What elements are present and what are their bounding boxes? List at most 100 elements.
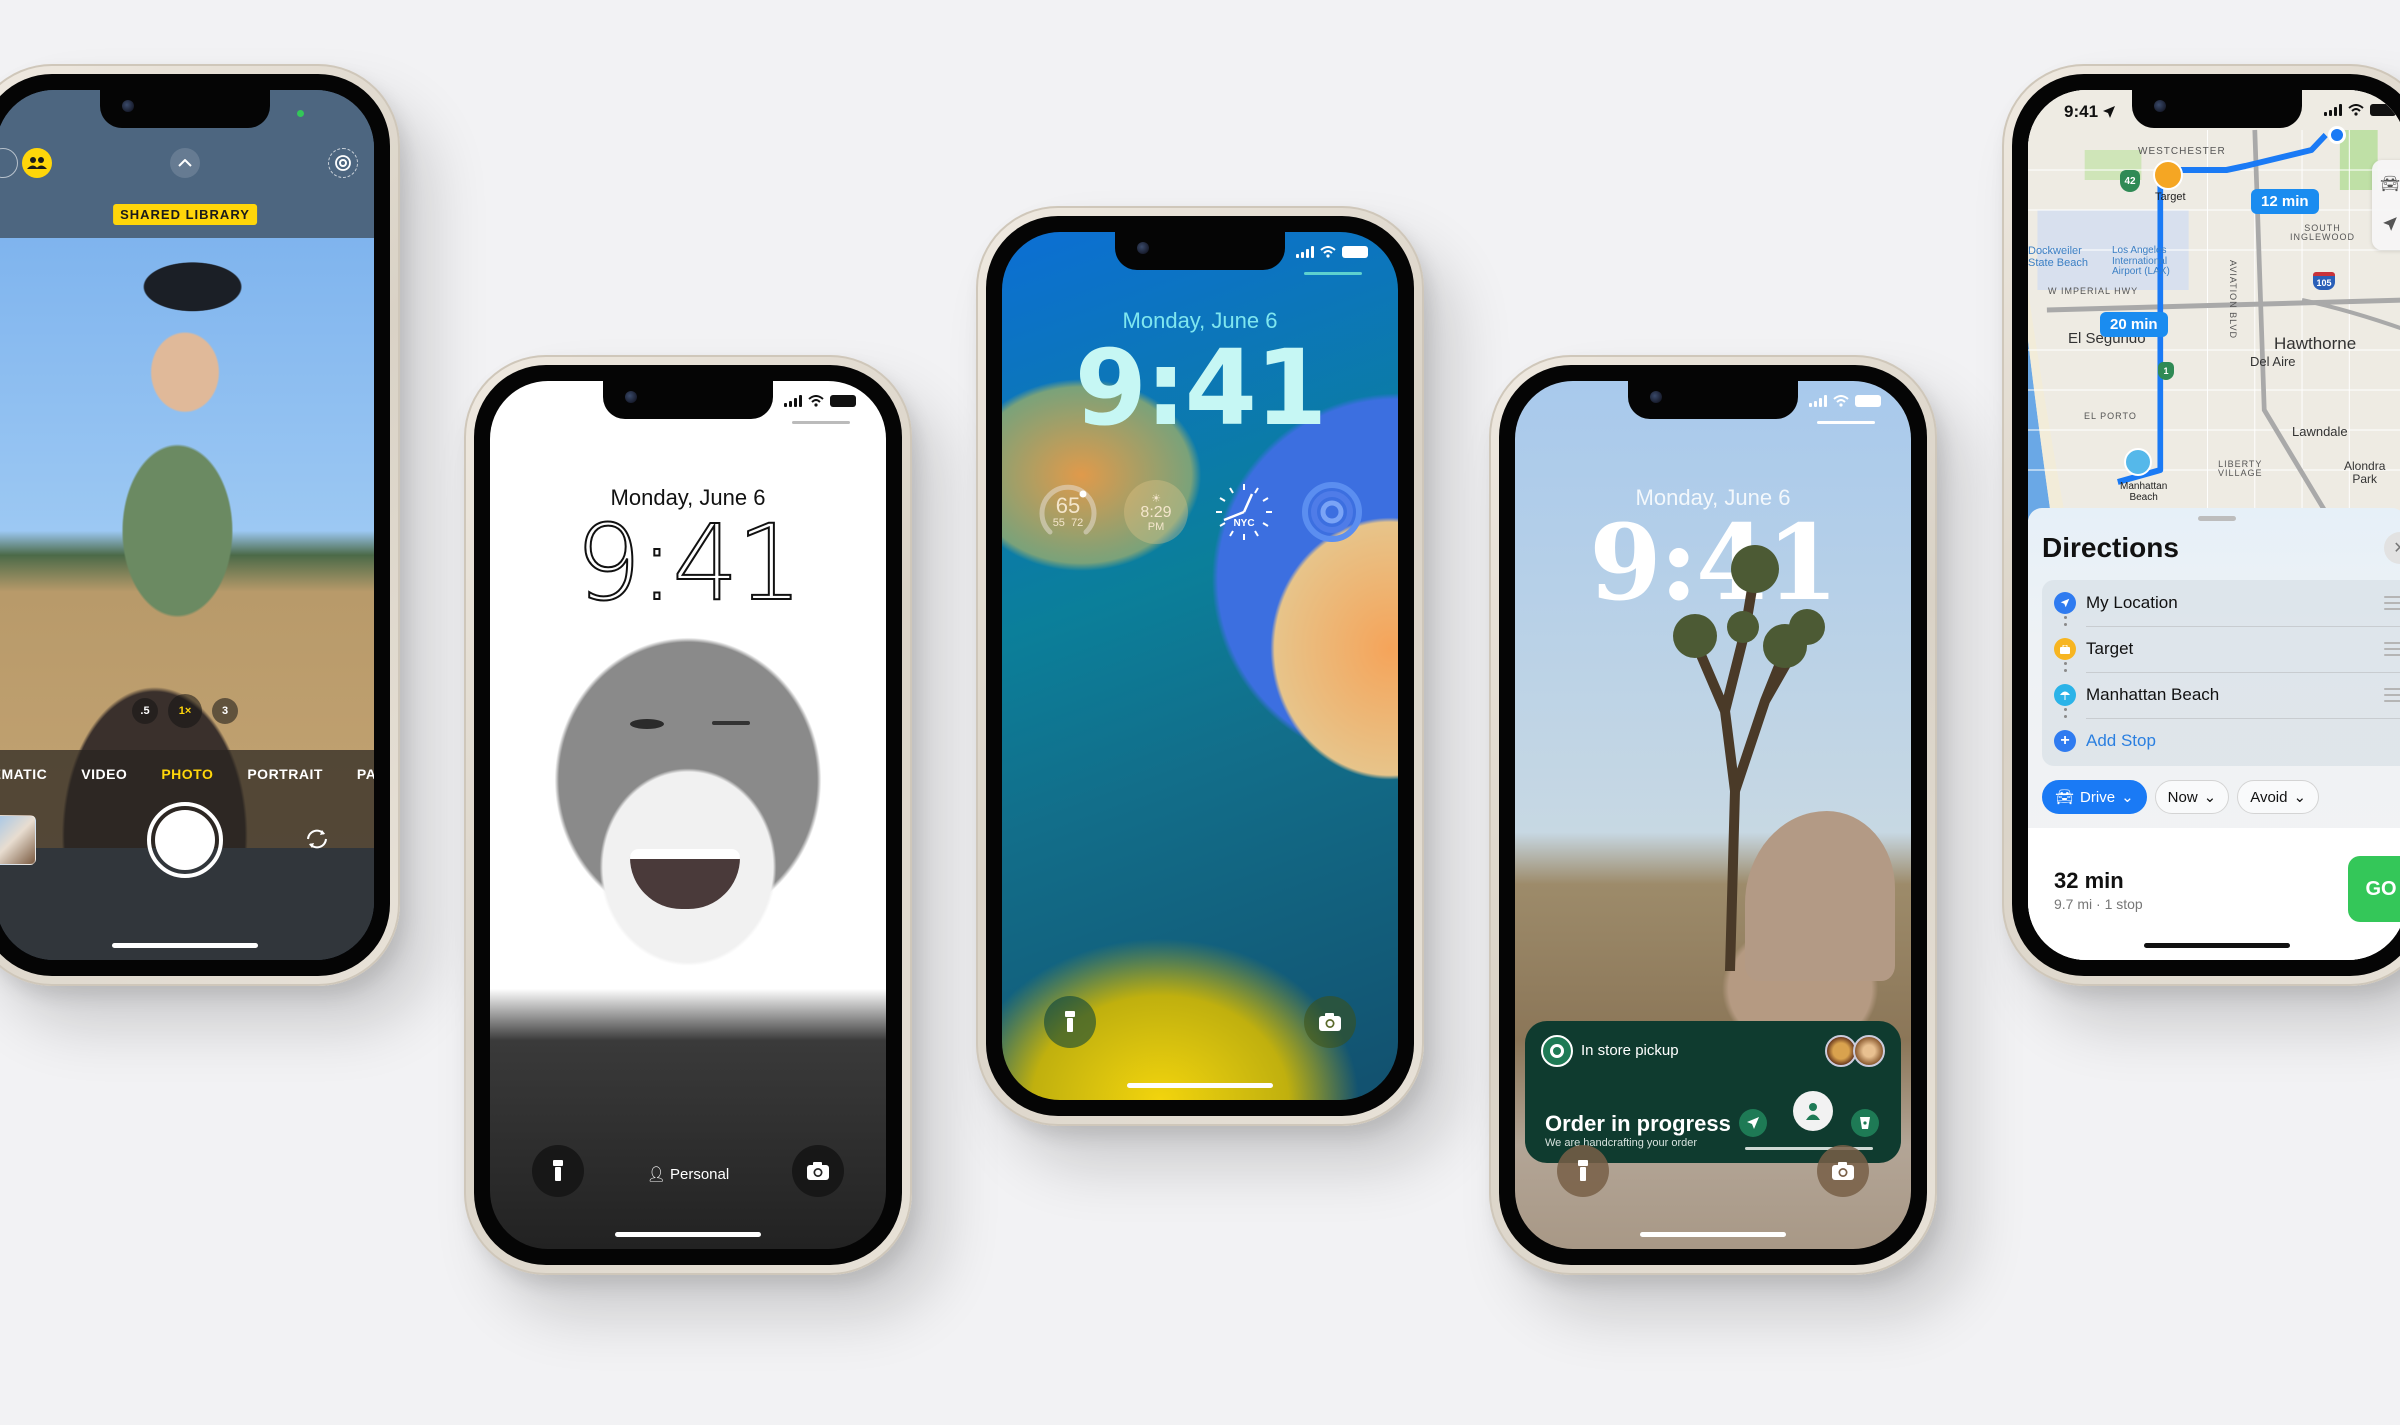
mode-photo[interactable]: PHOTO xyxy=(161,766,213,782)
activity-rings-widget[interactable] xyxy=(1300,480,1364,544)
map-label-el-porto: EL PORTO xyxy=(2084,411,2137,421)
home-indicator[interactable] xyxy=(2144,943,2290,948)
shutter-button[interactable] xyxy=(147,802,223,878)
battery-icon xyxy=(2370,104,2396,116)
location-arrow-icon xyxy=(2054,592,2076,614)
reorder-handle-icon[interactable] xyxy=(2384,688,2400,702)
camera-icon xyxy=(1832,1162,1854,1180)
live-photo-icon xyxy=(335,155,351,171)
route-summary[interactable]: 32 min 9.7 mi · 1 stop xyxy=(2054,868,2143,912)
cellular-signal-icon xyxy=(1296,246,1314,258)
world-clock-widget[interactable]: NYC xyxy=(1212,480,1276,544)
expand-controls-button[interactable] xyxy=(170,148,200,178)
siren-glyph xyxy=(1550,1044,1564,1058)
zoom-3x-button[interactable]: 3 xyxy=(212,698,238,724)
target-pin-icon[interactable] xyxy=(2153,160,2183,190)
route-105-shield: 105 xyxy=(2313,272,2335,290)
camera-button[interactable] xyxy=(1817,1145,1869,1197)
chevron-down-icon: ⌄ xyxy=(2203,789,2217,806)
last-photo-thumbnail[interactable] xyxy=(0,815,36,865)
lock-time: 9:41 xyxy=(574,502,804,624)
zoom-0.5-button[interactable]: .5 xyxy=(132,698,158,724)
departure-time-dropdown[interactable]: Now ⌄ xyxy=(2154,780,2230,814)
zoom-1x-button[interactable]: 1× xyxy=(168,694,202,728)
flash-button[interactable] xyxy=(0,148,18,178)
camera-icon xyxy=(807,1162,829,1180)
flip-camera-button[interactable] xyxy=(300,822,334,856)
iphone-personal-lockscreen: Monday, June 6 9:41 👤︎ Personal xyxy=(464,355,912,1275)
flashlight-button[interactable] xyxy=(1044,996,1096,1048)
mode-portrait[interactable]: PORTRAIT xyxy=(247,766,323,782)
shared-library-button[interactable] xyxy=(22,148,52,178)
lock-time: 9:41 xyxy=(1074,327,1328,449)
avoid-dropdown[interactable]: Avoid ⌄ xyxy=(2237,780,2320,814)
add-stop-button[interactable]: + Add Stop xyxy=(2042,718,2400,764)
joshua-tree xyxy=(1673,545,1825,971)
chevron-down-icon: ⌄ xyxy=(2293,789,2307,806)
mode-cinematic[interactable]: CINEMATIC xyxy=(0,766,47,782)
lock-screen: Monday, June 6 9:41 👤︎ Personal xyxy=(490,381,886,1249)
map-view[interactable]: WESTCHESTER Target 42 12 min 20 min Dock… xyxy=(2028,90,2400,520)
reorder-handle-icon[interactable] xyxy=(2384,596,2400,610)
lockscreen-widgets: 65 55 72 ☀︎ 8:29 PM NYC xyxy=(1002,480,1398,544)
map-label-lax: Los Angeles International Airport (LAX) xyxy=(2112,245,2170,277)
go-button[interactable]: GO xyxy=(2348,856,2400,922)
mode-pano[interactable]: PANO xyxy=(357,766,374,782)
route-duration: 32 min xyxy=(2054,868,2124,893)
home-indicator[interactable] xyxy=(1640,1232,1786,1237)
wifi-icon xyxy=(1320,246,1336,258)
map-label-del-aire: Del Aire xyxy=(2250,354,2296,369)
notch xyxy=(1115,232,1285,270)
flashlight-button[interactable] xyxy=(1557,1145,1609,1197)
status-bar xyxy=(1809,395,1881,407)
zoom-selector: .5 1× 3 xyxy=(132,694,238,728)
weather-widget[interactable]: 65 55 72 xyxy=(1036,480,1100,544)
close-button[interactable]: ✕ xyxy=(2384,532,2400,564)
camera-button[interactable] xyxy=(1304,996,1356,1048)
clock-face-icon xyxy=(1216,484,1272,540)
home-indicator[interactable] xyxy=(615,1232,761,1237)
iphone-widgets-lockscreen: Monday, June 6 9:41 65 55 72 ☀︎ 8:29 PM xyxy=(976,206,1424,1126)
cellular-signal-icon xyxy=(2324,104,2342,116)
directions-sheet: Directions ✕ My Location Target Manhatta… xyxy=(2028,508,2400,960)
reorder-handle-icon[interactable] xyxy=(2384,642,2400,656)
camera-button[interactable] xyxy=(792,1145,844,1197)
mode-video[interactable]: VIDEO xyxy=(81,766,127,782)
map-label-liberty-village: LIBERTY VILLAGE xyxy=(2218,459,2263,479)
starbucks-live-activity[interactable]: In store pickup Order in progress We are… xyxy=(1525,1021,1901,1163)
transport-mode-dropdown[interactable]: 🚘︎ Drive ⌄ xyxy=(2042,780,2147,814)
shopping-bag-icon xyxy=(2054,638,2076,660)
sheet-grabber[interactable] xyxy=(2198,516,2236,521)
phone-bezel: SHARED LIBRARY .5 1× 3 CINEMATIC VIDEO P… xyxy=(0,74,390,976)
notification-indicator xyxy=(792,421,850,424)
stop-manhattan-beach[interactable]: Manhattan Beach xyxy=(2042,672,2400,718)
location-arrow-icon xyxy=(2103,106,2116,118)
track-location-button[interactable] xyxy=(2382,216,2398,237)
stop-my-location[interactable]: My Location xyxy=(2042,580,2400,626)
live-photo-button[interactable] xyxy=(328,148,358,178)
phone-bezel: Monday, June 6 9:41 In store pickup Orde… xyxy=(1499,365,1927,1265)
step-ready xyxy=(1851,1109,1879,1137)
map-label-south-inglewood: SOUTH INGLEWOOD xyxy=(2290,223,2356,243)
paper-plane-icon xyxy=(1747,1117,1759,1129)
home-indicator[interactable] xyxy=(112,943,258,948)
route-1-shield: 1 xyxy=(2158,362,2174,380)
order-status-subtitle: We are handcrafting your order xyxy=(1545,1137,1698,1149)
notch xyxy=(100,90,270,128)
starbucks-logo-icon xyxy=(1541,1035,1573,1067)
front-camera xyxy=(625,391,637,403)
home-indicator[interactable] xyxy=(1127,1083,1273,1088)
step-in-progress xyxy=(1793,1091,1833,1131)
sunset-widget[interactable]: ☀︎ 8:29 PM xyxy=(1124,480,1188,544)
stop-target[interactable]: Target xyxy=(2042,626,2400,672)
close-icon: ✕ xyxy=(2393,540,2400,557)
wifi-icon xyxy=(808,395,824,407)
notch xyxy=(2132,90,2302,128)
beach-pin-icon[interactable] xyxy=(2124,448,2152,476)
map-label-aviation: AVIATION BLVD xyxy=(2228,260,2238,340)
route-details: 9.7 mi · 1 stop xyxy=(2054,896,2143,912)
camera-controls-row xyxy=(0,148,374,182)
car-mode-icon[interactable]: 🚘︎ xyxy=(2380,174,2400,194)
clock-city: NYC xyxy=(1233,518,1255,529)
status-clock: 9:41 xyxy=(2064,102,2099,121)
